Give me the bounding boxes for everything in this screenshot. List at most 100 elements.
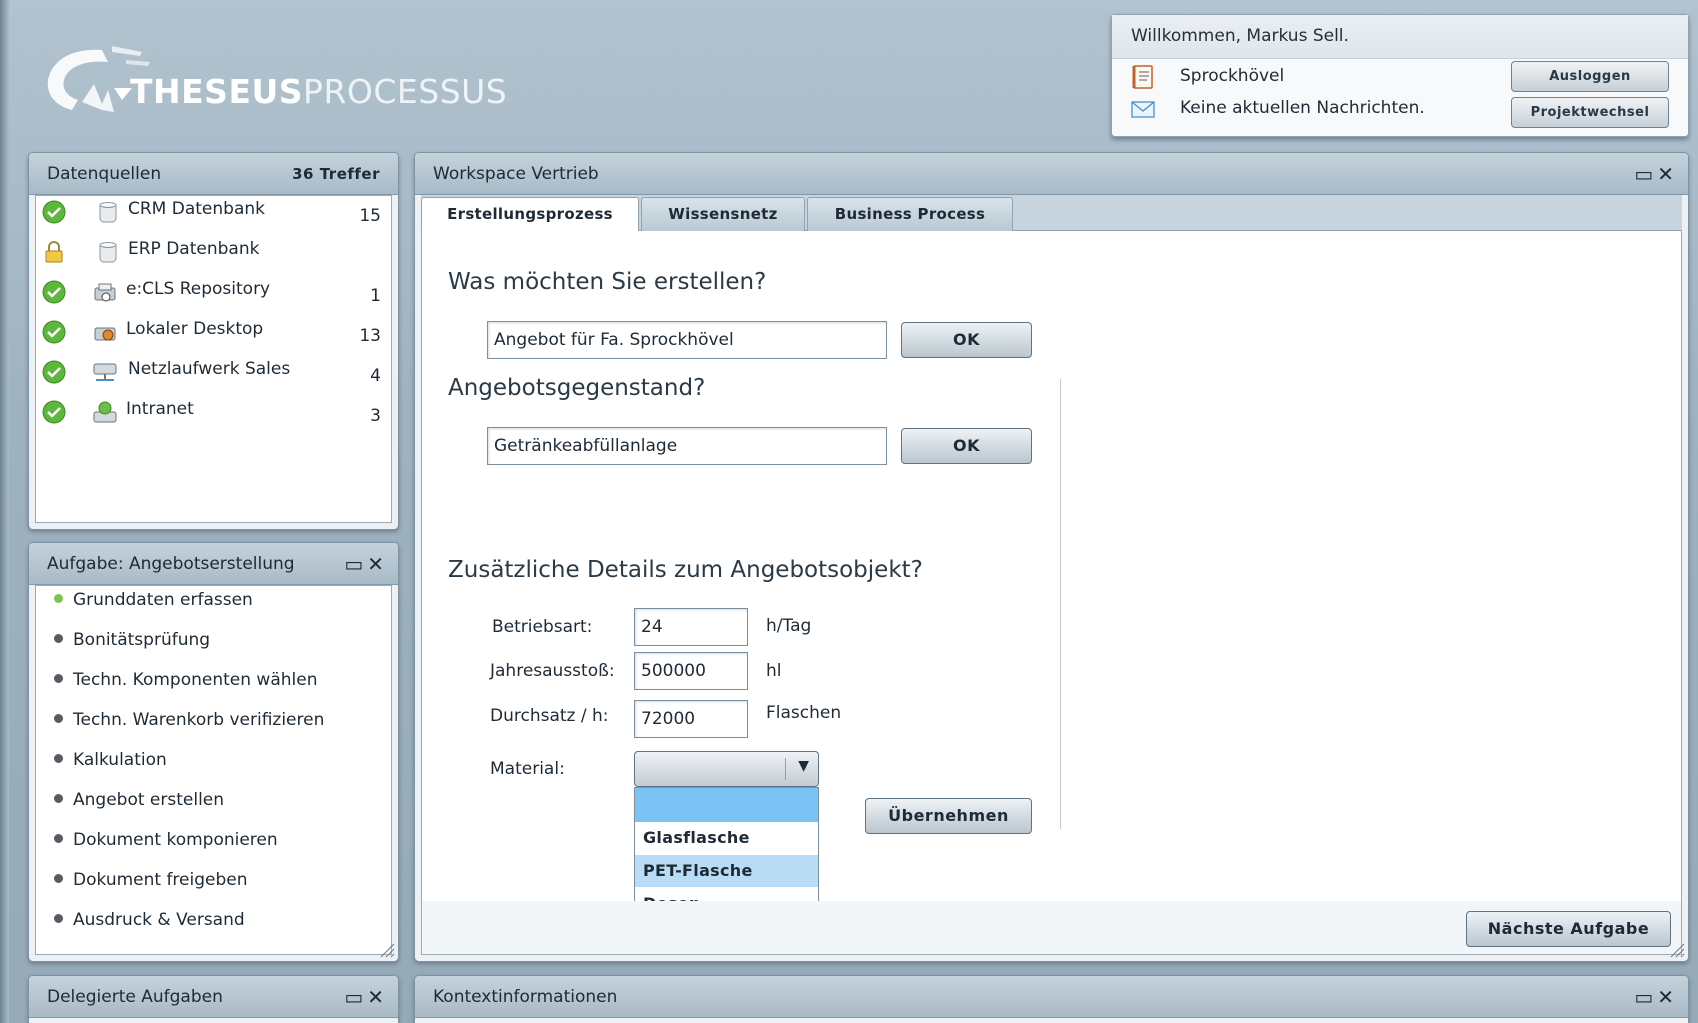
datasource-name: Netzlaufwerk Sales (128, 359, 291, 379)
resize-grip-icon[interactable] (379, 942, 395, 958)
task-step[interactable]: Ausdruck & Versand (54, 910, 245, 930)
datasource-name: ERP Datenbank (128, 239, 260, 259)
intranet-icon (93, 401, 117, 423)
task-step[interactable]: Dokument freigeben (54, 870, 248, 890)
context-title: Kontextinformationen (433, 987, 618, 1007)
tab-business-process[interactable]: Business Process (807, 197, 1013, 231)
step-dot (54, 833, 63, 843)
subject-ok-button[interactable]: OK (901, 428, 1032, 464)
vertical-divider (1060, 379, 1061, 829)
question-create: Was möchten Sie erstellen? (448, 269, 767, 295)
tab-wissensnetz[interactable]: Wissensnetz (641, 197, 805, 231)
hits-count: 36 Treffer (292, 165, 380, 183)
task-step-label: Dokument freigeben (73, 870, 248, 890)
maximize-icon[interactable]: ▭ (344, 552, 367, 576)
workspace-title: Workspace Vertrieb (433, 164, 599, 184)
window-left-edge (0, 0, 9, 1023)
resize-grip-icon[interactable] (1669, 942, 1685, 958)
close-icon[interactable]: ✕ (367, 552, 388, 576)
task-step[interactable]: Angebot erstellen (54, 790, 224, 810)
workspace-panel: Workspace Vertrieb ▭✕ Erstellungsprozess… (414, 152, 1689, 962)
next-task-button[interactable]: Nächste Aufgabe (1466, 911, 1671, 947)
datasource-erp[interactable]: ERP Datenbank (36, 236, 391, 266)
task-step[interactable]: Kalkulation (54, 750, 167, 770)
datasource-name: Intranet (126, 399, 194, 419)
ok-status-icon (42, 400, 66, 424)
task-step[interactable]: Techn. Komponenten wählen (54, 670, 317, 690)
create-input[interactable]: Angebot für Fa. Sprockhövel (487, 321, 887, 359)
datasources-panel: Datenquellen 36 Treffer CRM Datenbank 15… (28, 152, 399, 530)
database-icon (99, 202, 117, 223)
step-dot (54, 633, 63, 643)
step-dot (54, 753, 63, 763)
close-icon[interactable]: ✕ (1657, 985, 1678, 1009)
apply-button[interactable]: Übernehmen (865, 798, 1032, 834)
window-controls: ▭✕ (1634, 976, 1678, 1018)
datasource-intranet[interactable]: Intranet 3 (36, 396, 391, 426)
task-step-label: Bonitätsprüfung (73, 630, 211, 650)
jahresausstoss-input[interactable]: 500000 (634, 652, 748, 690)
notebook-icon (1132, 65, 1153, 89)
question-details: Zusätzliche Details zum Angebotsobjekt? (448, 557, 923, 583)
betriebsart-unit: h/Tag (766, 616, 812, 636)
tab-erstellungsprozess[interactable]: Erstellungsprozess (421, 197, 639, 232)
step-dot (54, 673, 63, 683)
subject-input[interactable]: Getränkeabfüllanlage (487, 427, 887, 465)
maximize-icon[interactable]: ▭ (1634, 162, 1657, 186)
network-drive-icon (93, 363, 117, 381)
durchsatz-input[interactable]: 72000 (634, 700, 748, 738)
task-step[interactable]: Grunddaten erfassen (54, 590, 253, 610)
chevron-down-icon: ▼ (798, 758, 809, 774)
messages-row: Keine aktuellen Nachrichten. (1130, 95, 1510, 121)
dropdown-option[interactable]: PET-Flasche (635, 855, 818, 887)
close-icon[interactable]: ✕ (1657, 162, 1678, 186)
logout-button[interactable]: Ausloggen (1511, 61, 1669, 92)
datasource-name: Lokaler Desktop (126, 319, 264, 339)
repository-icon (94, 283, 116, 302)
window-controls: ▭✕ (1634, 153, 1678, 195)
datasource-crm[interactable]: CRM Datenbank 15 (36, 196, 391, 226)
task-list: Grunddaten erfassen Bonitätsprüfung Tech… (35, 585, 392, 955)
create-ok-button[interactable]: OK (901, 322, 1032, 358)
datasource-ecls[interactable]: e:CLS Repository 1 (36, 276, 391, 306)
theseus-logo: THESEUSPROCESSUS (42, 40, 542, 120)
task-panel-header: Aufgabe: Angebotserstellung ▭✕ (29, 543, 398, 585)
material-label: Material: (490, 759, 565, 779)
maximize-icon[interactable]: ▭ (344, 985, 367, 1009)
maximize-icon[interactable]: ▭ (1634, 985, 1657, 1009)
durchsatz-unit: Flaschen (766, 703, 842, 723)
lock-icon (45, 241, 63, 263)
question-subject: Angebotsgegenstand? (448, 375, 706, 401)
task-step-label: Angebot erstellen (73, 790, 225, 810)
datasources-header: Datenquellen 36 Treffer (29, 153, 398, 195)
delegated-header: Delegierte Aufgaben ▭✕ (29, 976, 398, 1018)
close-icon[interactable]: ✕ (367, 985, 388, 1009)
task-step[interactable]: Dokument komponieren (54, 830, 278, 850)
task-step[interactable]: Bonitätsprüfung (54, 630, 210, 650)
task-step[interactable]: Techn. Warenkorb verifizieren (54, 710, 324, 730)
desktop-icon (94, 327, 116, 341)
dropdown-option[interactable]: Glasflasche (635, 822, 818, 854)
project-switch-button[interactable]: Projektwechsel (1511, 97, 1669, 128)
task-step-label: Techn. Komponenten wählen (73, 670, 318, 690)
task-step-label: Grunddaten erfassen (73, 590, 253, 610)
step-dot (54, 713, 63, 723)
welcome-text: Willkommen, Markus Sell. (1112, 15, 1688, 59)
datasource-count: 15 (359, 206, 381, 226)
dropdown-option-empty[interactable] (635, 788, 818, 822)
task-step-label: Dokument komponieren (73, 830, 278, 850)
window-controls: ▭✕ (344, 976, 388, 1018)
material-select[interactable]: ▼ (634, 751, 819, 787)
ok-status-icon (42, 280, 66, 304)
logo-text-bold: THESEUS (130, 72, 304, 111)
betriebsart-input[interactable]: 24 (634, 608, 748, 646)
task-panel-title: Aufgabe: Angebotserstellung (47, 554, 295, 574)
datasource-desktop[interactable]: Lokaler Desktop 13 (36, 316, 391, 346)
step-dot (54, 793, 63, 803)
datasource-netzlaufwerk[interactable]: Netzlaufwerk Sales 4 (36, 356, 391, 386)
datasources-title: Datenquellen (47, 164, 162, 184)
task-panel: Aufgabe: Angebotserstellung ▭✕ Grunddate… (28, 542, 399, 962)
jahresausstoss-unit: hl (766, 661, 782, 681)
context-panel: Kontextinformationen ▭✕ (414, 975, 1689, 1023)
database-icon (99, 242, 117, 263)
